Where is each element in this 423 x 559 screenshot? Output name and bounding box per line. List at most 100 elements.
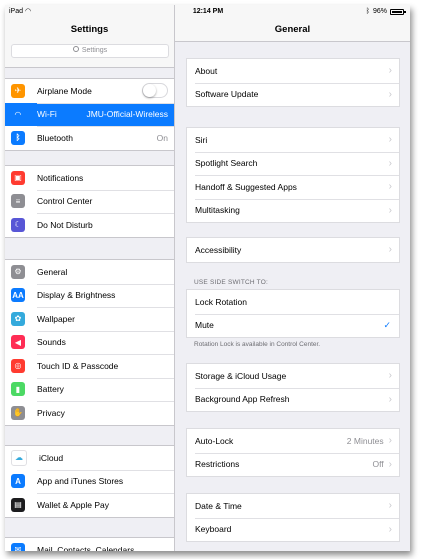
chevron-right-icon: › bbox=[388, 88, 392, 100]
row-label: Siri bbox=[195, 134, 208, 145]
row-label: Handoff & Suggested Apps bbox=[195, 181, 297, 192]
sidebar-item-label: Notifications bbox=[37, 172, 84, 183]
sidebar-item-display-brightness[interactable]: AA Display & Brightness bbox=[5, 283, 174, 308]
row-label: Lock Rotation bbox=[195, 296, 247, 307]
wifi-icon: ◠ bbox=[11, 107, 25, 122]
sidebar-item-wallpaper[interactable]: ✿ Wallpaper bbox=[5, 307, 174, 331]
sidebar-item-value: On bbox=[156, 132, 168, 143]
sidebar-group: ✈ Airplane Mode ◠ Wi-Fi JMU-Official-Wireles… bbox=[5, 78, 174, 151]
sidebar-item-value: JMU-Official-Wireless bbox=[86, 109, 168, 120]
row-lock-rotation[interactable]: Lock Rotation bbox=[187, 290, 399, 314]
row-label: Auto-Lock bbox=[195, 435, 234, 446]
sidebar-item-bluetooth[interactable]: ᛒ Bluetooth On bbox=[5, 126, 174, 150]
battery-icon: ▮ bbox=[11, 382, 25, 397]
row-accessibility[interactable]: Accessibility › bbox=[187, 238, 399, 262]
sidebar-item-sounds[interactable]: ◀ Sounds bbox=[5, 330, 174, 355]
row-label: Background App Refresh bbox=[195, 394, 290, 405]
sidebar-group: ▣ Notifications ≡ Control Center ☾ Do Not Dis… bbox=[5, 165, 174, 238]
battery-percent: 96% bbox=[372, 8, 387, 15]
bluetooth-status-icon: ᛒ bbox=[365, 8, 370, 15]
row-label: Spotlight Search bbox=[195, 158, 258, 169]
row-background-app-refresh[interactable]: Background App Refresh › bbox=[187, 387, 399, 412]
sidebar-title: Settings bbox=[70, 24, 109, 35]
sidebar-item-do-not-disturb[interactable]: ☾ Do Not Disturb bbox=[5, 213, 174, 237]
row-label: Mute bbox=[195, 320, 214, 331]
sidebar-item-label: Privacy bbox=[37, 407, 65, 418]
clock: 12:14 PM bbox=[192, 8, 224, 15]
battery-icon bbox=[390, 9, 406, 15]
row-software-update[interactable]: Software Update › bbox=[187, 82, 399, 107]
checkmark-icon: ✓ bbox=[383, 319, 391, 330]
section-header-side-switch: USE SIDE SWITCH TO: bbox=[194, 279, 268, 286]
chevron-right-icon: › bbox=[388, 157, 392, 169]
row-mute[interactable]: Mute ✓ bbox=[187, 313, 399, 338]
search-field[interactable]: Settings bbox=[11, 44, 169, 58]
wallpaper-icon: ✿ bbox=[11, 311, 25, 326]
row-value: Off bbox=[372, 459, 384, 470]
chevron-right-icon: › bbox=[388, 523, 392, 535]
airplane-icon: ✈ bbox=[11, 83, 25, 98]
sidebar-item-touch-id[interactable]: ◎ Touch ID & Passcode bbox=[5, 354, 174, 378]
row-label: Date & Time bbox=[195, 500, 242, 511]
row-restrictions[interactable]: Restrictions Off › bbox=[187, 452, 399, 477]
sidebar-item-label: Touch ID & Passcode bbox=[37, 360, 119, 371]
status-right: ᛒ 96% bbox=[365, 5, 406, 19]
speaker-icon: ◀ bbox=[11, 335, 25, 350]
chevron-right-icon: › bbox=[388, 204, 392, 216]
sidebar-item-mail[interactable]: ✉ Mail, Contacts, Calendars bbox=[5, 538, 174, 551]
settings-group: Auto-Lock 2 Minutes › Restrictions Off › bbox=[186, 428, 400, 477]
chevron-right-icon: › bbox=[388, 500, 392, 512]
row-about[interactable]: About › bbox=[187, 59, 399, 83]
row-label: About bbox=[195, 65, 218, 76]
row-siri[interactable]: Siri › bbox=[187, 128, 399, 152]
settings-group: Date & Time › Keyboard › bbox=[186, 493, 400, 542]
notifications-icon: ▣ bbox=[11, 170, 25, 185]
sidebar-item-battery[interactable]: ▮ Battery bbox=[5, 377, 174, 402]
app-store-icon: A bbox=[11, 474, 25, 489]
sidebar-item-label: Display & Brightness bbox=[37, 290, 116, 301]
icloud-icon: ☁ bbox=[11, 449, 27, 466]
chevron-right-icon: › bbox=[388, 393, 392, 405]
sidebar-item-label: General bbox=[37, 266, 68, 277]
fingerprint-icon: ◎ bbox=[11, 358, 25, 373]
chevron-right-icon: › bbox=[388, 435, 392, 447]
row-label: Software Update bbox=[195, 89, 259, 100]
search-icon bbox=[72, 46, 79, 52]
chevron-right-icon: › bbox=[388, 181, 392, 193]
row-handoff[interactable]: Handoff & Suggested Apps › bbox=[187, 175, 399, 199]
hand-icon: ✋ bbox=[11, 405, 25, 420]
row-date-time[interactable]: Date & Time › bbox=[187, 494, 399, 518]
sidebar-item-privacy[interactable]: ✋ Privacy bbox=[5, 401, 174, 425]
display-icon: AA bbox=[11, 288, 25, 303]
row-multitasking[interactable]: Multitasking › bbox=[187, 198, 399, 223]
settings-group: Lock Rotation Mute ✓ bbox=[186, 289, 400, 338]
sidebar-item-control-center[interactable]: ≡ Control Center bbox=[5, 189, 174, 214]
row-keyboard[interactable]: Keyboard › bbox=[187, 517, 399, 542]
sidebar-item-general[interactable]: ⚙ General bbox=[5, 260, 174, 284]
sidebar-item-wallet[interactable]: ▤ Wallet & Apple Pay bbox=[5, 493, 174, 517]
status-bar: iPad ◠ 12:14 PM ᛒ 96% bbox=[5, 5, 410, 19]
chevron-right-icon: › bbox=[388, 244, 392, 256]
sidebar-item-wifi[interactable]: ◠ Wi-Fi JMU-Official-Wireless bbox=[5, 102, 174, 126]
wifi-signal-icon: ◠ bbox=[24, 8, 32, 15]
row-auto-lock[interactable]: Auto-Lock 2 Minutes › bbox=[187, 429, 399, 453]
sidebar-item-app-stores[interactable]: A App and iTunes Stores bbox=[5, 469, 174, 494]
row-storage[interactable]: Storage & iCloud Usage › bbox=[187, 364, 399, 388]
row-label: Storage & iCloud Usage bbox=[195, 370, 287, 381]
gear-icon: ⚙ bbox=[11, 264, 25, 279]
settings-group: Siri › Spotlight Search › Handoff & Suggeste… bbox=[186, 127, 400, 223]
sidebar-item-airplane-mode[interactable]: ✈ Airplane Mode bbox=[5, 79, 174, 103]
sidebar-item-label: Do Not Disturb bbox=[37, 219, 93, 230]
sidebar-item-label: Wi-Fi bbox=[37, 109, 57, 120]
settings-sidebar: Settings Settings ✈ Airplane Mode ◠ Wi-Fi JM… bbox=[5, 5, 175, 551]
sidebar-item-label: Wallpaper bbox=[37, 313, 75, 324]
sidebar-item-icloud[interactable]: ☁ iCloud bbox=[5, 446, 174, 470]
sidebar-item-label: Airplane Mode bbox=[37, 85, 92, 96]
sidebar-group: ⚙ General AA Display & Brightness ✿ Wallpaper… bbox=[5, 259, 174, 426]
airplane-mode-toggle[interactable] bbox=[142, 83, 168, 99]
sidebar-item-label: Mail, Contacts, Calendars bbox=[37, 544, 135, 551]
row-label: Restrictions bbox=[195, 459, 240, 470]
sidebar-item-notifications[interactable]: ▣ Notifications bbox=[5, 166, 174, 190]
row-label: Accessibility bbox=[195, 244, 242, 255]
row-spotlight-search[interactable]: Spotlight Search › bbox=[187, 151, 399, 176]
